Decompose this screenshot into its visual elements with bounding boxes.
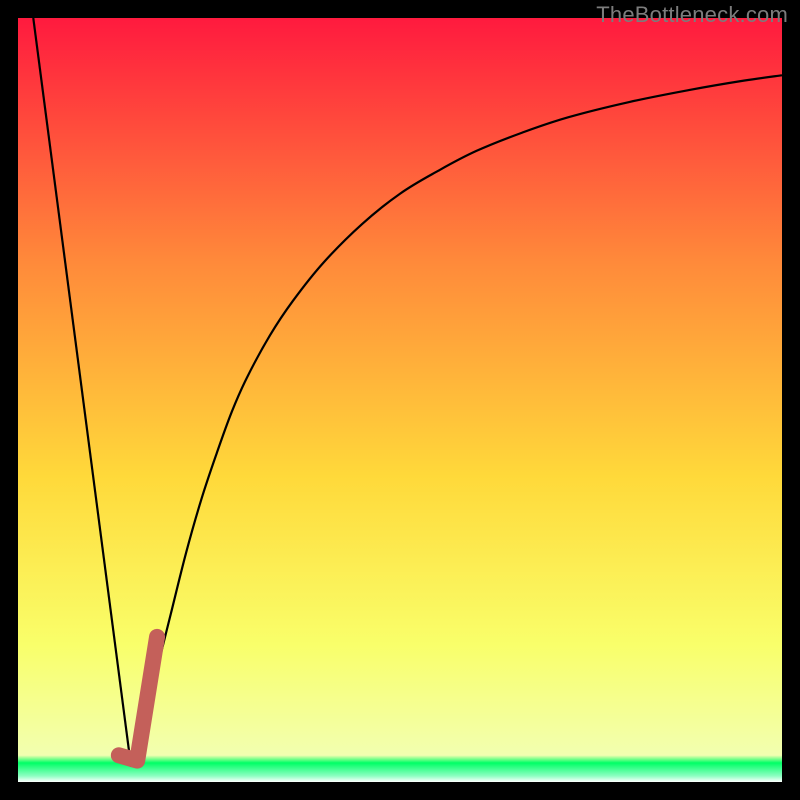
watermark-text: TheBottleneck.com — [596, 2, 788, 28]
bottleneck-chart — [18, 18, 782, 782]
chart-frame: TheBottleneck.com — [0, 0, 800, 800]
plot-viewport — [18, 18, 782, 782]
gradient-background — [18, 18, 782, 782]
